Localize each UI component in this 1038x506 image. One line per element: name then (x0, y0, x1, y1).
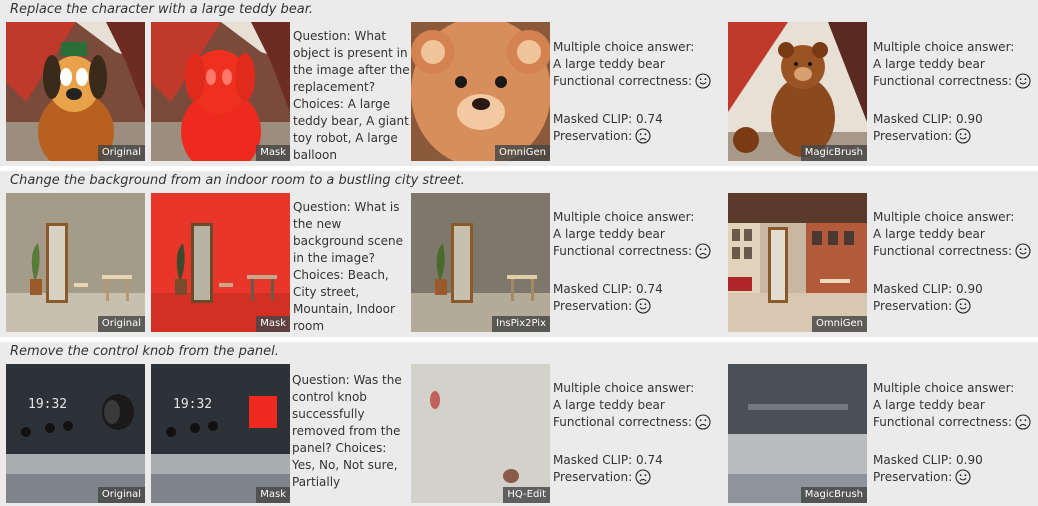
answer-block-right: Multiple choice answer: A large teddy be… (873, 380, 1038, 490)
mc-answer: A large teddy bear (873, 227, 985, 241)
mc-answer: A large teddy bear (553, 57, 665, 71)
original-image-panel: 19:32 Original (6, 364, 145, 503)
answer-block-left: Multiple choice answer: A large teddy be… (553, 39, 743, 149)
preservation-label: Preservation: (553, 470, 633, 484)
svg-text:19:32: 19:32 (28, 397, 67, 412)
mask-label: Mask (256, 145, 290, 161)
preservation-label: Preservation: (553, 299, 633, 313)
example-row-replace: Replace the character with a large teddy… (0, 0, 1038, 166)
example-row-background: Change the background from an indoor roo… (0, 171, 1038, 337)
original-label: Original (97, 487, 145, 503)
answer-block-left: Multiple choice answer: A large teddy be… (553, 380, 743, 490)
original-label: Original (97, 145, 145, 161)
edited-image-right: OmniGen (728, 193, 867, 332)
mc-title: Multiple choice answer: (873, 381, 1015, 395)
preservation-label: Preservation: (873, 299, 953, 313)
question-text: Question: What is the new background sce… (293, 200, 404, 333)
frown-icon (1015, 414, 1031, 435)
model-label: InsPix2Pix (492, 316, 550, 332)
frown-icon (695, 243, 711, 264)
mask-label: Mask (256, 487, 290, 503)
mc-answer: A large teddy bear (873, 57, 985, 71)
edited-image-right: MagicBrush (728, 22, 867, 161)
preservation-label: Preservation: (873, 470, 953, 484)
smile-icon (635, 298, 651, 319)
masked-clip-score: Masked CLIP: 0.90 (873, 112, 983, 126)
instruction-text: Change the background from an indoor roo… (10, 173, 465, 188)
edited-image-left: HQ-Edit (411, 364, 550, 503)
masked-clip-score: Masked CLIP: 0.74 (553, 112, 663, 126)
answer-block-right: Multiple choice answer: A large teddy be… (873, 209, 1038, 319)
mask-image: Mask (151, 193, 290, 332)
functional-label: Functional correctness: (873, 74, 1013, 88)
smile-icon (1015, 243, 1031, 264)
mc-title: Multiple choice answer: (873, 40, 1015, 54)
original-image-room: Original (6, 193, 145, 332)
question-text: Question: What object is present in the … (293, 29, 410, 162)
masked-clip-score: Masked CLIP: 0.74 (553, 282, 663, 296)
mc-answer: A large teddy bear (553, 227, 665, 241)
mc-title: Multiple choice answer: (553, 210, 695, 224)
smile-icon (955, 128, 971, 149)
edited-image-right: MagicBrush (728, 364, 867, 503)
masked-clip-score: Masked CLIP: 0.74 (553, 453, 663, 467)
model-label: OmniGen (495, 145, 550, 161)
instruction-text: Remove the control knob from the panel. (10, 344, 279, 359)
mc-answer: A large teddy bear (873, 398, 985, 412)
preservation-label: Preservation: (553, 129, 633, 143)
functional-label: Functional correctness: (553, 74, 693, 88)
frown-icon (635, 469, 651, 490)
mask-image: Mask (151, 22, 290, 161)
smile-icon (1015, 73, 1031, 94)
original-label: Original (97, 316, 145, 332)
answer-block-left: Multiple choice answer: A large teddy be… (553, 209, 743, 319)
smile-icon (955, 469, 971, 490)
original-image-character: Original (6, 22, 145, 161)
edited-image-left: OmniGen (411, 22, 550, 161)
functional-label: Functional correctness: (873, 415, 1013, 429)
functional-label: Functional correctness: (553, 244, 693, 258)
functional-label: Functional correctness: (873, 244, 1013, 258)
mc-title: Multiple choice answer: (873, 210, 1015, 224)
functional-label: Functional correctness: (553, 415, 693, 429)
model-label: MagicBrush (800, 487, 867, 503)
instruction-text: Replace the character with a large teddy… (10, 2, 314, 17)
example-row-remove: Remove the control knob from the panel. … (0, 342, 1038, 506)
masked-clip-score: Masked CLIP: 0.90 (873, 453, 983, 467)
edited-image-left: InsPix2Pix (411, 193, 550, 332)
mc-answer: A large teddy bear (553, 398, 665, 412)
model-label: HQ-Edit (503, 487, 550, 503)
smile-icon (955, 298, 971, 319)
mc-title: Multiple choice answer: (553, 381, 695, 395)
preservation-label: Preservation: (873, 129, 953, 143)
question-text: Question: Was the control knob successfu… (292, 373, 402, 489)
model-label: MagicBrush (800, 145, 867, 161)
frown-icon (635, 128, 651, 149)
answer-block-right: Multiple choice answer: A large teddy be… (873, 39, 1038, 149)
svg-text:19:32: 19:32 (173, 397, 212, 412)
smile-icon (695, 73, 711, 94)
frown-icon (695, 414, 711, 435)
mc-title: Multiple choice answer: (553, 40, 695, 54)
model-label: OmniGen (812, 316, 867, 332)
masked-clip-score: Masked CLIP: 0.90 (873, 282, 983, 296)
mask-label: Mask (256, 316, 290, 332)
mask-image: 19:32 Mask (151, 364, 290, 503)
